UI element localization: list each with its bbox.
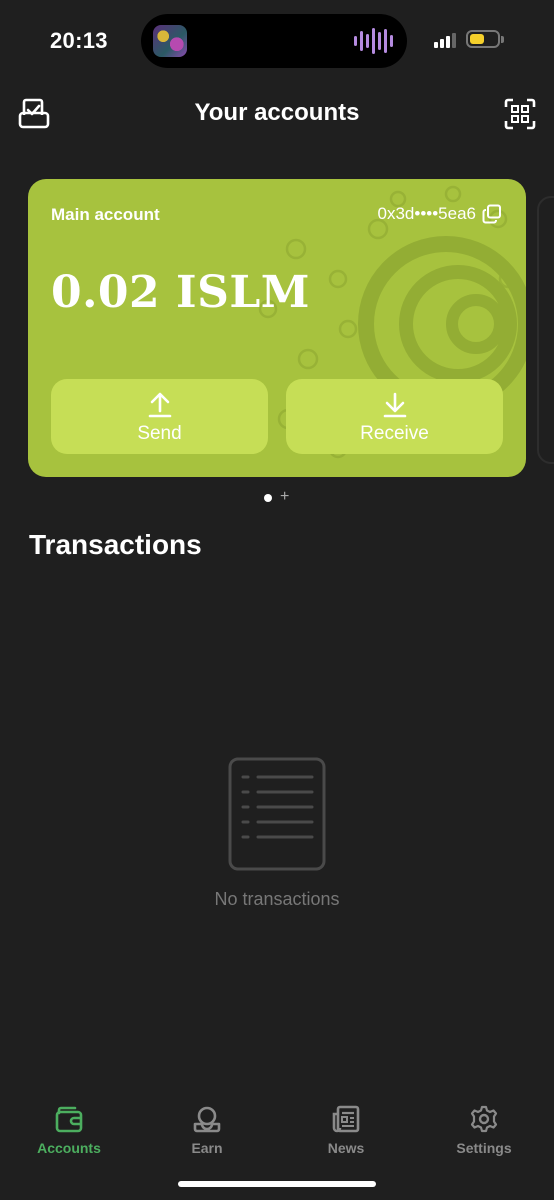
copy-icon[interactable] [482,204,502,224]
send-label: Send [137,423,182,444]
receive-button[interactable]: Receive [286,379,503,454]
news-icon [332,1105,360,1133]
send-button[interactable]: Send [51,379,268,454]
earn-icon [193,1106,221,1133]
empty-state-text: No transactions [214,889,340,909]
now-playing-artwork [153,25,187,57]
account-card[interactable]: Main account 0x3d••••5ea6 0.02 ISLM Send… [28,179,526,477]
tab-news[interactable]: News [286,1104,406,1156]
gear-icon [470,1105,498,1133]
tab-earn[interactable]: Earn [147,1104,267,1156]
tab-accounts[interactable]: Accounts [9,1104,129,1156]
audio-waveform-icon [354,27,393,55]
tab-settings[interactable]: Settings [424,1104,544,1156]
wallet-icon [55,1106,83,1133]
account-name: Main account [51,205,160,224]
tab-label: News [327,1140,365,1156]
document-list-icon [228,757,326,871]
dynamic-island [141,14,407,68]
page-indicator-dot [264,494,272,502]
receive-label: Receive [360,423,429,444]
home-indicator[interactable] [178,1181,376,1187]
account-balance: 0.02 ISLM [51,267,310,318]
upload-arrow-icon [148,392,171,418]
transactions-title: Transactions [29,529,202,560]
cellular-signal-icon [434,33,456,48]
page-title: Your accounts [194,99,360,126]
battery-icon [466,30,500,48]
download-arrow-icon [383,392,406,418]
tab-label: Accounts [37,1140,101,1156]
next-card-peek[interactable] [537,196,554,464]
add-account-indicator[interactable]: + [280,488,289,506]
tab-label: Earn [191,1140,223,1156]
account-address[interactable]: 0x3d••••5ea6 [378,204,477,224]
tab-label: Settings [456,1140,512,1156]
status-time: 20:13 [50,28,108,53]
qr-scan-icon[interactable] [503,97,537,131]
